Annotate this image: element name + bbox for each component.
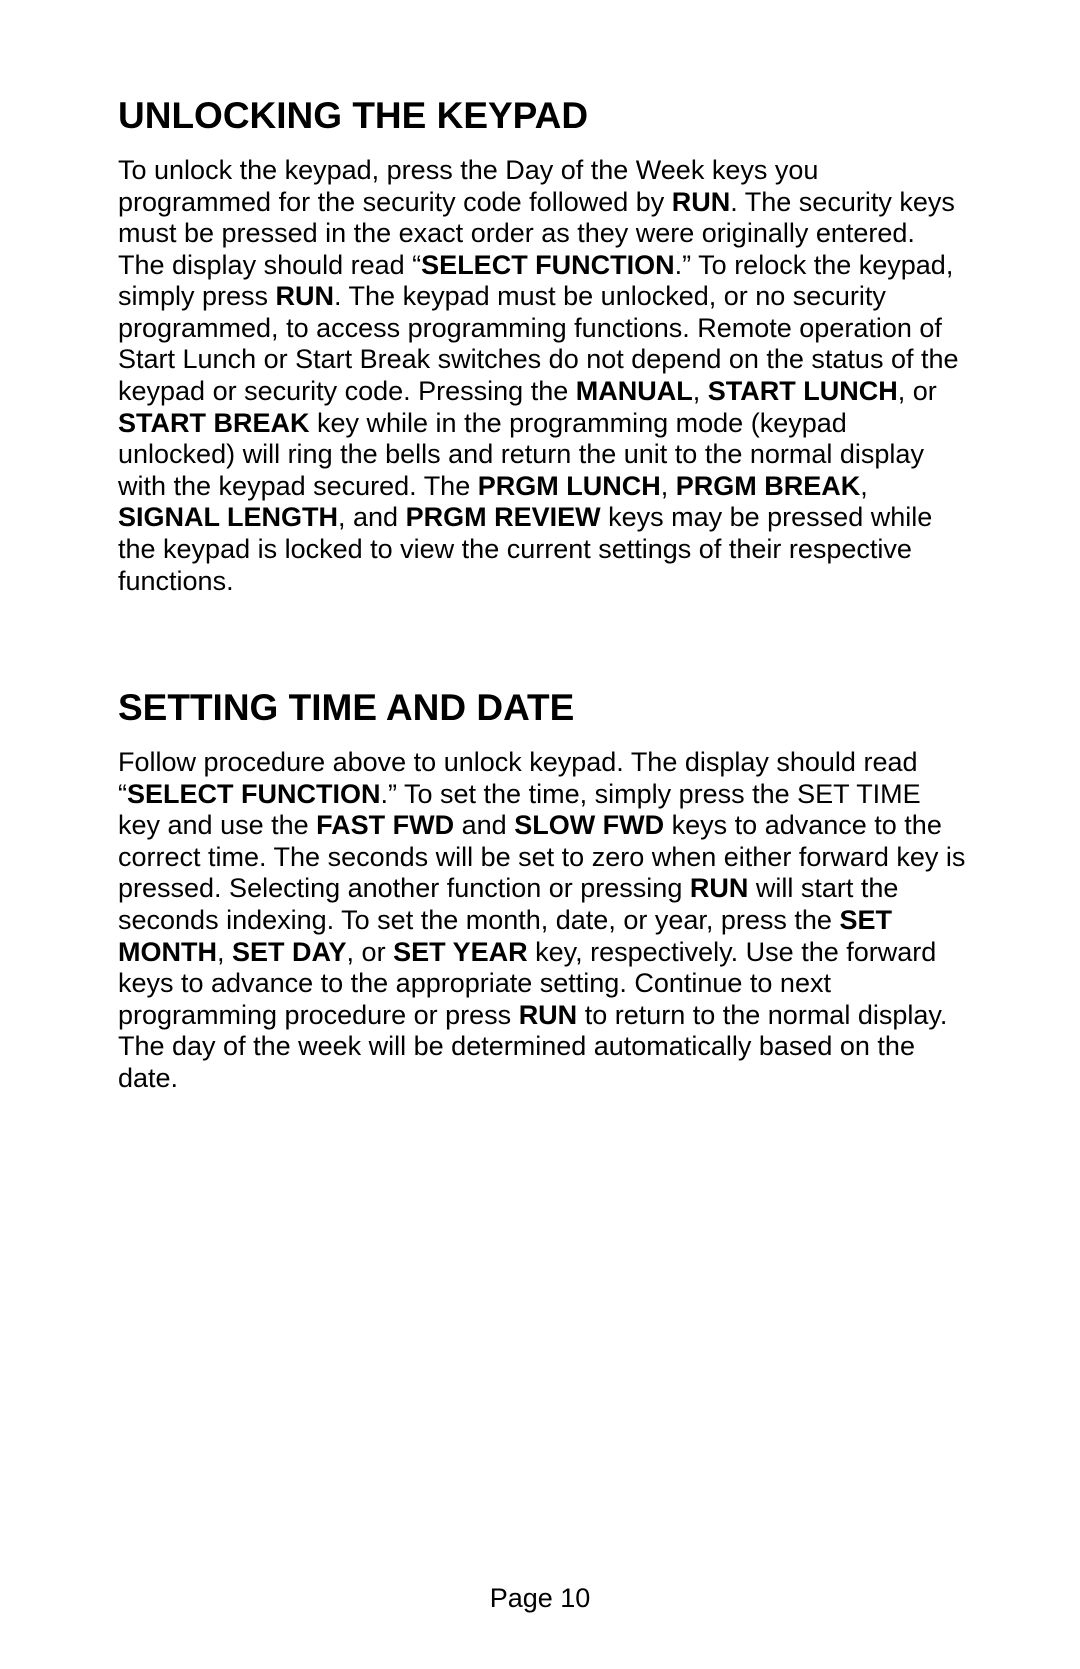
paragraph-unlocking-keypad: To unlock the keypad, press the Day of t… [118,155,966,597]
keyword-set-year: SET YEAR [393,937,528,967]
keyword-run: RUN [672,187,731,217]
keyword-fast-fwd: FAST FWD [316,810,454,840]
heading-unlocking-keypad: UNLOCKING THE KEYPAD [118,95,966,137]
section-unlocking-keypad: UNLOCKING THE KEYPAD To unlock the keypa… [118,95,966,597]
keyword-set-day: SET DAY [232,937,347,967]
keyword-prgm-lunch: PRGM LUNCH [478,471,661,501]
keyword-prgm-break: PRGM BREAK [676,471,861,501]
keyword-run: RUN [690,873,749,903]
keyword-prgm-review: PRGM REVIEW [406,502,601,532]
keyword-start-lunch: START LUNCH [708,376,898,406]
keyword-run: RUN [519,1000,578,1030]
page-number: Page 10 [0,1583,1080,1614]
keyword-select-function: SELECT FUNCTION [421,250,675,280]
keyword-manual: MANUAL [576,376,693,406]
keyword-start-break: START BREAK [118,408,310,438]
keyword-run: RUN [276,281,335,311]
keyword-signal-length: SIGNAL LENGTH [118,502,338,532]
keyword-slow-fwd: SLOW FWD [514,810,664,840]
heading-setting-time-date: SETTING TIME AND DATE [118,687,966,729]
paragraph-setting-time-date: Follow procedure above to unlock keypad.… [118,747,966,1094]
keyword-select-function: SELECT FUNCTION [127,779,381,809]
section-setting-time-date: SETTING TIME AND DATE Follow procedure a… [118,687,966,1094]
